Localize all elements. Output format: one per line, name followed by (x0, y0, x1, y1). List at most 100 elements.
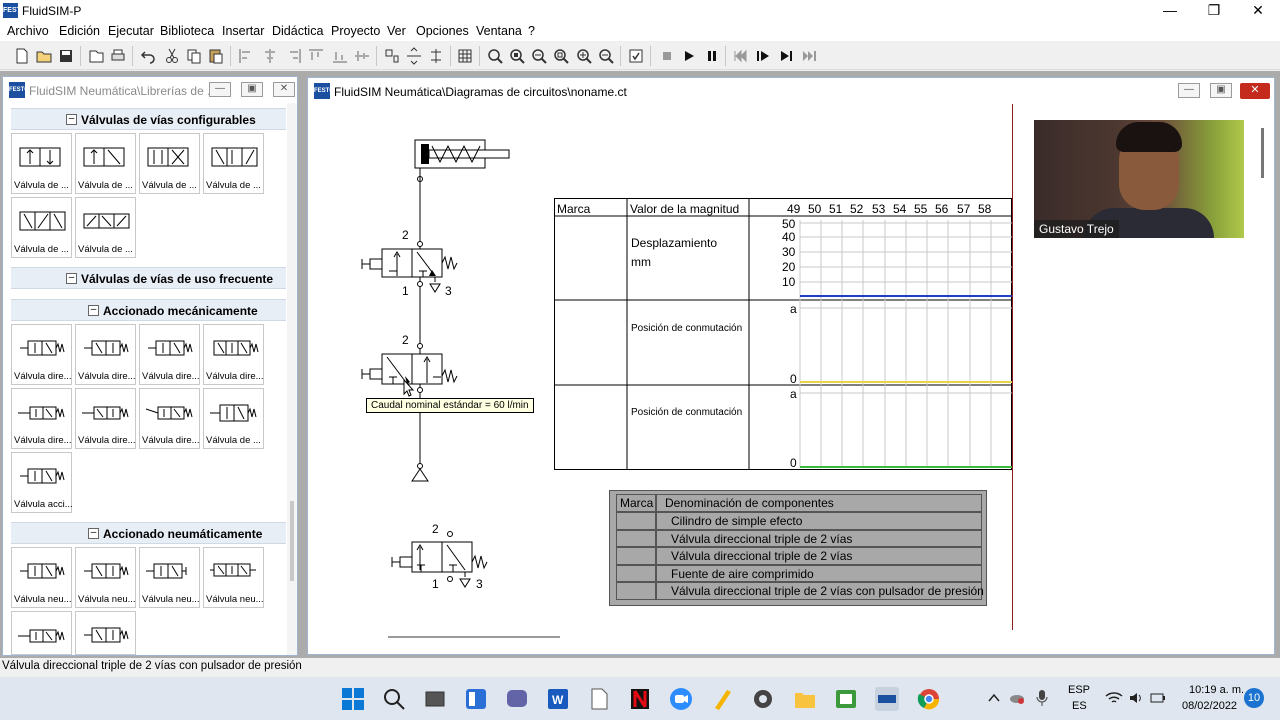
menu-ver[interactable]: Ver (387, 24, 406, 38)
fast-forward-icon[interactable] (799, 46, 819, 66)
input-language[interactable]: ESP (1068, 684, 1090, 696)
check-icon[interactable] (626, 46, 646, 66)
maximize-button[interactable]: ❐ (1192, 0, 1236, 22)
valve-3-2-second[interactable] (361, 343, 458, 393)
save-as-icon[interactable] (86, 46, 106, 66)
library-tile[interactable]: Válvula acci... (11, 452, 72, 513)
netflix-icon[interactable] (627, 686, 653, 712)
menu-ejecutar[interactable]: Ejecutar (108, 24, 154, 38)
menu-biblioteca[interactable]: Biblioteca (160, 24, 214, 38)
library-tile[interactable]: Válvula dire... (139, 388, 200, 449)
library-tile[interactable]: Válvula dire... (75, 324, 136, 385)
stop-icon[interactable] (657, 46, 677, 66)
diagram-title-bar[interactable]: FESTO FluidSIM Neumática\Diagramas de ci… (308, 78, 1274, 104)
collapse-icon[interactable]: – (88, 528, 99, 539)
state-diagram[interactable]: Marca Valor de la magnitud 49 50 51 52 5… (554, 198, 1012, 470)
rewind-icon[interactable] (731, 46, 751, 66)
menu-edicion[interactable]: Edición (59, 24, 100, 38)
mirror-icon[interactable] (404, 46, 424, 66)
chrome-icon[interactable] (916, 686, 942, 712)
horizontal-scrollbar[interactable] (388, 636, 560, 638)
minimize-button[interactable]: — (1148, 0, 1192, 22)
open-folder-icon[interactable] (34, 46, 54, 66)
clock-date[interactable]: 08/02/2022 (1182, 700, 1237, 712)
vertical-scrollbar[interactable] (1256, 104, 1270, 634)
library-tile[interactable]: Válvula de ... (75, 197, 136, 258)
library-tile[interactable]: Válvula de ... (75, 133, 136, 194)
air-source-symbol[interactable] (411, 468, 429, 482)
library-scrollbar[interactable] (287, 103, 297, 655)
align-center-icon[interactable] (260, 46, 280, 66)
library-tile[interactable]: Válvula neu... (139, 547, 200, 608)
library-title-bar[interactable]: FESTO FluidSIM Neumática\Librerías de ..… (3, 77, 297, 103)
library-tile[interactable] (11, 611, 72, 655)
diagram-maximize-button[interactable]: ▣ (1210, 83, 1232, 98)
step-icon[interactable] (754, 46, 774, 66)
collapse-icon[interactable]: – (66, 273, 77, 284)
settings-gear-icon[interactable] (750, 686, 776, 712)
library-tile[interactable]: Válvula neu... (75, 547, 136, 608)
word-icon[interactable]: W (545, 686, 571, 712)
section-frequent-header[interactable]: – Válvulas de vías de uso frecuente (11, 267, 286, 289)
menu-proyecto[interactable]: Proyecto (331, 24, 380, 38)
menu-opciones[interactable]: Opciones (416, 24, 469, 38)
align-right-icon[interactable] (284, 46, 304, 66)
library-tile[interactable]: Válvula dire... (11, 324, 72, 385)
library-tile[interactable]: Válvula dire... (203, 324, 264, 385)
paste-icon[interactable] (206, 46, 226, 66)
clock-time[interactable]: 10:19 a. m. (1189, 684, 1244, 696)
menu-help[interactable]: ? (528, 24, 535, 38)
pencil-app-icon[interactable] (709, 686, 735, 712)
input-language-sub[interactable]: ES (1072, 700, 1087, 712)
grid-icon[interactable] (455, 46, 475, 66)
teams-chat-icon[interactable] (504, 686, 530, 712)
notification-badge[interactable]: 10 (1244, 688, 1264, 708)
cut-icon[interactable] (162, 46, 182, 66)
task-view-icon[interactable] (422, 686, 448, 712)
file-icon[interactable] (586, 686, 612, 712)
library-tile[interactable]: Válvula de ... (203, 133, 264, 194)
library-tile[interactable]: Válvula neu... (11, 547, 72, 608)
new-file-icon[interactable] (12, 46, 32, 66)
library-tile[interactable]: Válvula dire... (11, 388, 72, 449)
rotate-icon[interactable] (382, 46, 402, 66)
file-explorer-icon[interactable] (792, 686, 818, 712)
zoom-app-icon[interactable] (668, 686, 694, 712)
onedrive-icon[interactable] (1009, 691, 1025, 705)
library-maximize-button[interactable]: ▣ (241, 82, 263, 97)
scroll-thumb[interactable] (290, 501, 294, 581)
align-left-icon[interactable] (236, 46, 256, 66)
library-tile[interactable]: Válvula de ... (203, 388, 264, 449)
align-bottom-icon[interactable] (330, 46, 350, 66)
menu-ventana[interactable]: Ventana (476, 24, 522, 38)
library-tile[interactable]: Válvula dire... (75, 388, 136, 449)
menu-archivo[interactable]: Archivo (7, 24, 49, 38)
zoom-out-icon[interactable] (596, 46, 616, 66)
library-close-button[interactable]: ✕ (273, 82, 295, 97)
library-tile[interactable]: Válvula de ... (139, 133, 200, 194)
zoom-select-icon[interactable] (529, 46, 549, 66)
widgets-icon[interactable] (463, 686, 489, 712)
fluidsim-app-icon[interactable] (874, 686, 900, 712)
close-button[interactable]: ✕ (1236, 0, 1280, 22)
library-tile[interactable]: Válvula de ... (11, 197, 72, 258)
microphone-icon[interactable] (1036, 689, 1048, 707)
undo-icon[interactable] (138, 46, 158, 66)
play-icon[interactable] (679, 46, 699, 66)
section-mechanical-header[interactable]: – Accionado mecánicamente (11, 299, 286, 321)
print-icon[interactable] (108, 46, 128, 66)
valve-3-2-first[interactable] (361, 241, 458, 293)
flip-icon[interactable] (426, 46, 446, 66)
library-window[interactable]: FESTO FluidSIM Neumática\Librerías de ..… (2, 76, 298, 656)
step-forward-icon[interactable] (776, 46, 796, 66)
windows-start-icon[interactable] (340, 686, 366, 712)
valve-3-2-pushbutton[interactable] (391, 531, 488, 588)
library-tile[interactable]: Válvula dire... (139, 324, 200, 385)
search-icon[interactable] (381, 686, 407, 712)
save-icon[interactable] (56, 46, 76, 66)
library-tile[interactable] (75, 611, 136, 655)
library-minimize-button[interactable]: — (209, 82, 231, 97)
align-middle-icon[interactable] (352, 46, 372, 66)
single-acting-cylinder[interactable] (414, 139, 510, 182)
battery-icon[interactable] (1150, 691, 1166, 705)
